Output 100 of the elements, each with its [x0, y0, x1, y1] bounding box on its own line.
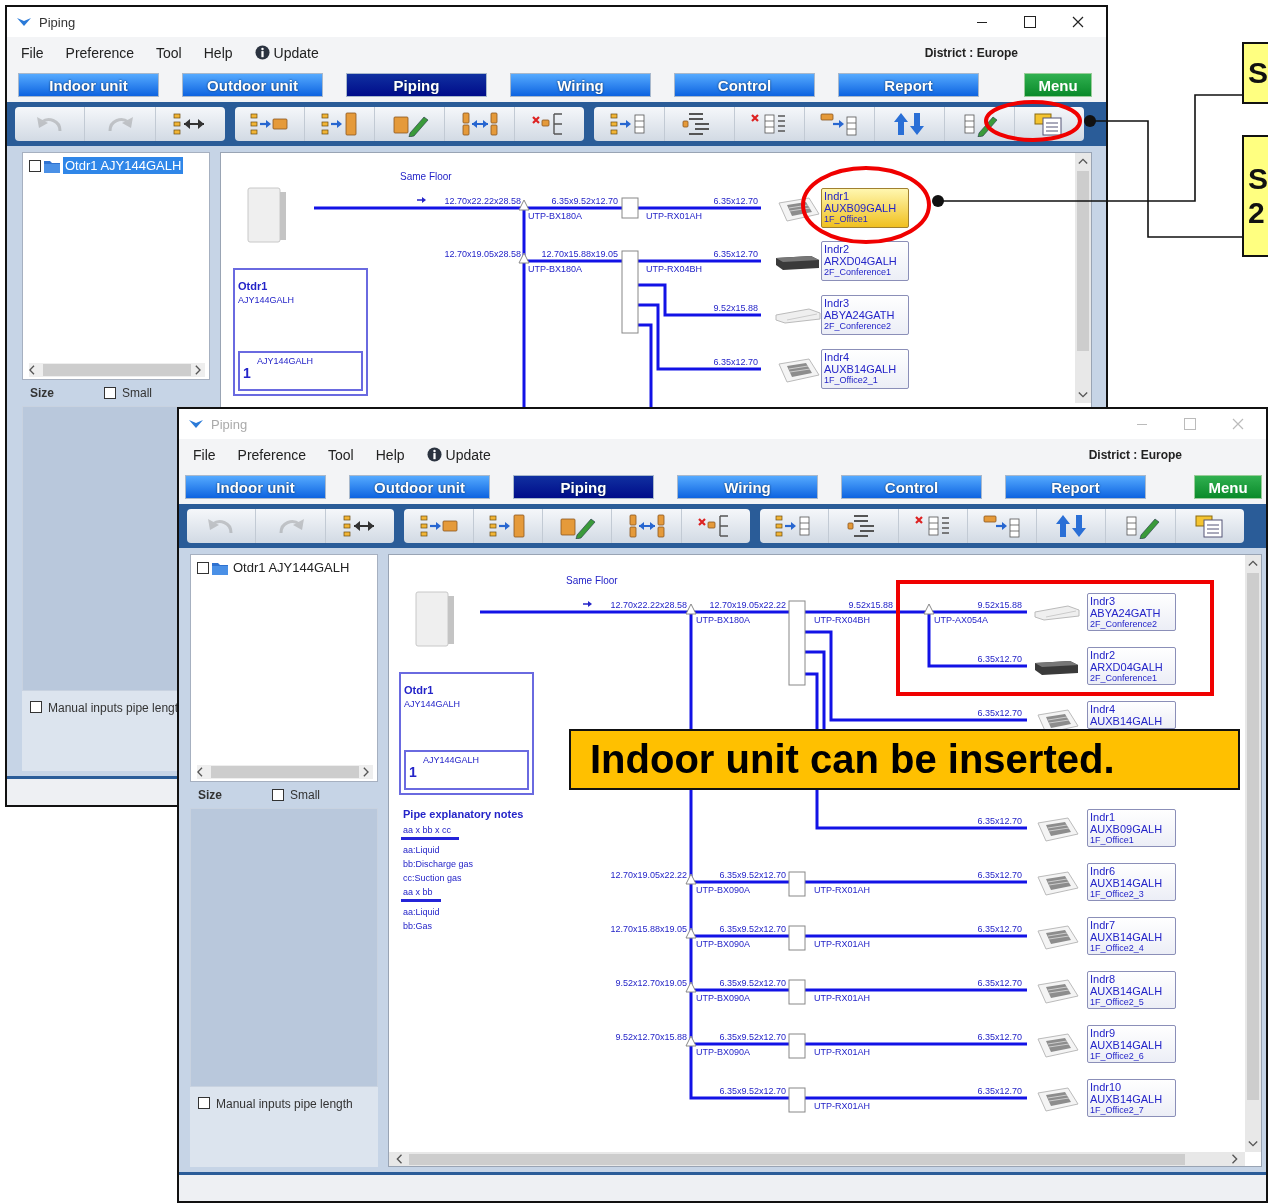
fitting-label: UTP-BX090A: [696, 885, 751, 896]
units-arrow-icon[interactable]: [982, 513, 1023, 539]
pipe-size-label: 6.35x12.70: [977, 1086, 1022, 1097]
folder-icon: [212, 560, 228, 575]
size-label: Size: [30, 386, 54, 400]
menu-button[interactable]: Menu: [1024, 73, 1092, 97]
notes-line: bb:Gas: [403, 920, 433, 933]
checkbox[interactable]: [197, 561, 209, 574]
menu-item[interactable]: Update: [273, 44, 319, 61]
unit-model: ARXD04GALH: [1090, 661, 1164, 673]
indoor-unit-card[interactable]: Indr2 ARXD04GALH 2F_Conference1: [821, 241, 909, 281]
scroll-down-icon[interactable]: [1078, 391, 1088, 399]
pipe-size-label: 6.35x9.52x12.70: [719, 1032, 786, 1043]
horizontal-scrollbar[interactable]: [29, 363, 205, 377]
header-fitting-icon: [788, 925, 806, 951]
checkbox[interactable]: [104, 387, 116, 399]
unit-location: 1F_Office2_6: [1090, 1051, 1145, 1061]
checkbox-label: Small: [290, 788, 321, 802]
checkbox[interactable]: [29, 159, 41, 172]
indoor-unit-card[interactable]: Indr1 AUXB09GALH 1F_Office1: [821, 188, 909, 228]
fitting-label: UTP-RX01AH: [814, 885, 870, 896]
horizontal-scrollbar[interactable]: [197, 765, 373, 779]
scroll-right-icon[interactable]: [1231, 1154, 1239, 1164]
tab[interactable]: Control: [674, 73, 815, 97]
list-to-unit-icon[interactable]: [418, 513, 459, 539]
info-icon: [426, 447, 442, 462]
pipe-size-label: 12.70x19.05x22.22: [709, 600, 786, 611]
indoor-unit-card[interactable]: Indr6 AUXB14GALH 1F_Office2_3: [1087, 863, 1176, 901]
fitting-label: UTP-RX01AH: [814, 1047, 870, 1058]
pipe-size-label: 6.35x9.52x12.70: [719, 924, 786, 935]
fitting-label: UTP-BX090A: [696, 993, 751, 1004]
outdoor-unit-card[interactable]: Otdr1 AJY144GALH AJY144GALH 1: [399, 672, 534, 795]
tab[interactable]: Report: [838, 73, 979, 97]
pipe-size-label: 12.70x19.05x28.58: [444, 249, 521, 260]
pipe-size-label: 6.35x12.70: [977, 654, 1022, 665]
menu-item[interactable]: File: [21, 44, 44, 61]
indoor-unit-card[interactable]: Indr10 AUXB14GALH 1F_Office2_7: [1087, 1079, 1176, 1117]
scroll-down-icon[interactable]: [1248, 1140, 1258, 1148]
indoor-unit-card[interactable]: Indr1 AUXB09GALH 1F_Office1: [1087, 809, 1176, 847]
pipe-size-label: 9.52x12.70x15.88: [615, 1032, 687, 1043]
scroll-up-icon[interactable]: [1078, 157, 1088, 165]
indoor-unit-card[interactable]: Indr9 AUXB14GALH 1F_Office2_6: [1087, 1025, 1176, 1063]
list-to-tall-unit-icon[interactable]: [319, 111, 360, 137]
notes-line: cc:Suction gas: [403, 872, 462, 885]
indoor-unit-card[interactable]: Indr3 ABYA24GATH 2F_Conference2: [821, 295, 909, 335]
scroll-left-icon[interactable]: [395, 1154, 403, 1164]
maximize-icon[interactable]: [1024, 16, 1036, 28]
unit-name: Indr6: [1090, 865, 1117, 877]
list-to-tall-unit-icon[interactable]: [487, 513, 528, 539]
window-title: Piping: [39, 14, 76, 30]
units-arrow-icon[interactable]: [819, 111, 860, 137]
fitting-label: UTP-BX180A: [528, 264, 583, 275]
unit-location: 2F_Conference1: [824, 267, 893, 277]
indoor-unit-card[interactable]: Indr3 ABYA24GATH 2F_Conference2: [1087, 593, 1176, 631]
indoor-unit-card[interactable]: Indr2 ARXD04GALH 2F_Conference1: [1087, 647, 1176, 685]
fitting-label: UTP-BX090A: [696, 939, 751, 950]
unit-name: Indr2: [824, 243, 851, 255]
list-to-unit-icon[interactable]: [249, 111, 290, 137]
pipe-size-label: 12.70x22.22x28.58: [444, 196, 521, 207]
indoor-unit-card[interactable]: Indr4 AUXB14GALH: [1087, 701, 1176, 729]
floor-label: Same Floor: [566, 575, 618, 587]
unit-swap-icon[interactable]: [459, 111, 500, 137]
outdoor-unit-card[interactable]: Otdr1 AJY144GALH AJY144GALH 1: [233, 268, 368, 396]
unit-name: Indr9: [1090, 1027, 1117, 1039]
pipe-size-label: 6.35x12.70: [977, 978, 1022, 989]
fitting-label: UTP-BX090A: [696, 1047, 751, 1058]
indoor-unit-card[interactable]: Indr4 AUXB14GALH 1F_Office2_1: [821, 349, 909, 389]
tab[interactable]: Indoor unit: [18, 73, 159, 97]
tree-item[interactable]: Otdr1 AJY144GALH: [231, 559, 352, 576]
tab[interactable]: Piping: [346, 73, 487, 97]
header-fitting-icon: [788, 1033, 806, 1059]
menu-item[interactable]: Help: [203, 44, 233, 61]
scroll-up-icon[interactable]: [1248, 559, 1258, 567]
pipe-size-label: 12.70x22.22x28.58: [610, 600, 687, 611]
tree-item[interactable]: Otdr1 AJY144GALH: [63, 157, 184, 174]
fitting-label: UTP-RX04BH: [646, 264, 702, 275]
tab[interactable]: Outdoor unit: [182, 73, 323, 97]
unit-location: 1F_Office1: [1090, 835, 1135, 845]
unit-model: ABYA24GATH: [1090, 607, 1162, 619]
fitting-label: UTP-AX054A: [934, 615, 989, 626]
unit-swap-icon[interactable]: [626, 513, 667, 539]
header-fitting-icon: [788, 979, 806, 1005]
pipe-size-label: 6.35x9.52x12.70: [719, 870, 786, 881]
notes-formula: aa x bb x cc: [401, 823, 460, 840]
unit-count: 1: [409, 765, 418, 779]
pipe-size-label: 6.35x9.52x12.70: [719, 1086, 786, 1097]
menu-item[interactable]: Preference: [65, 44, 135, 61]
notes-line: bb:Discharge gas: [403, 858, 474, 871]
indoor-unit-card[interactable]: Indr8 AUXB14GALH 1F_Office2_5: [1087, 971, 1176, 1009]
horizontal-scrollbar[interactable]: [389, 1152, 1245, 1166]
vertical-scrollbar[interactable]: [1245, 555, 1261, 1152]
close-icon[interactable]: [1072, 16, 1084, 28]
menu-item[interactable]: Tool: [156, 44, 182, 61]
indoor-unit-card[interactable]: Indr7 AUXB14GALH 1F_Office2_4: [1087, 917, 1176, 955]
unit-name: Indr8: [1090, 973, 1117, 985]
vertical-scrollbar[interactable]: [1075, 153, 1091, 403]
checkbox[interactable]: [30, 701, 42, 713]
checkbox[interactable]: [198, 1097, 210, 1109]
tab[interactable]: Wiring: [510, 73, 651, 97]
district-label: District : Europe: [1088, 447, 1182, 462]
